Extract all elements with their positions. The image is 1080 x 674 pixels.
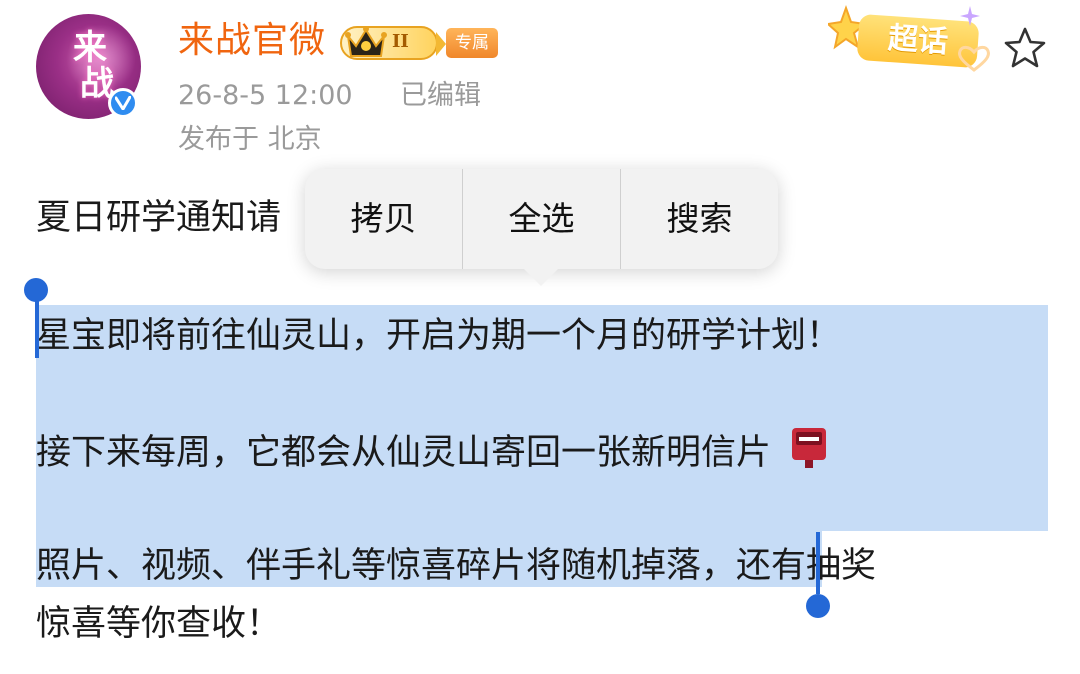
select-all-menu-item[interactable]: 全选 — [463, 169, 620, 269]
context-menu: 拷贝 全选 搜索 — [305, 169, 778, 269]
post-location: 发布于 北京 — [178, 124, 322, 155]
sparkle-icon — [960, 6, 980, 26]
selection-start-caret — [35, 300, 39, 358]
verified-icon — [108, 88, 138, 118]
rank-level: II — [392, 31, 409, 52]
post-text-line-4-rest: ，还有抽奖 — [701, 546, 877, 586]
post-text-line-3-text: 接下来每周，它都会从仙灵山寄回一张新明信片 — [36, 433, 772, 473]
selection-end-handle[interactable] — [806, 594, 830, 618]
exclusive-badge[interactable]: 专属 — [446, 28, 498, 58]
supertopic-button[interactable]: 超话 — [828, 4, 996, 84]
rank-badge-arrow — [436, 32, 446, 56]
post-text-line-2: 星宝即将前往仙灵山，开启为期一个月的研学计划！ — [36, 316, 842, 356]
avatar-logo-char-1: 来 — [73, 28, 107, 68]
copy-menu-item[interactable]: 拷贝 — [305, 169, 462, 269]
edited-label[interactable]: 已编辑 — [400, 78, 481, 114]
post-text-line-4: 照片、视频、伴手礼等惊喜碎片将随机掉落，还有抽奖 — [36, 544, 876, 588]
author-name[interactable]: 来战官微 — [178, 18, 326, 64]
selection-start-handle[interactable] — [24, 278, 48, 302]
crown-icon — [345, 26, 387, 57]
search-menu-item[interactable]: 搜索 — [621, 169, 778, 269]
post-text-line-4-selected: 照片、视频、伴手礼等惊喜碎片将随机掉落 — [36, 546, 702, 586]
rank-badge[interactable]: II — [340, 26, 446, 60]
heart-icon — [958, 45, 990, 72]
post-text-line-1: 夏日研学通知请 — [36, 198, 282, 238]
post-text-line-5: 惊喜等你查收！ — [36, 604, 282, 644]
post-timestamp: 26-8-5 12:00 — [178, 80, 353, 111]
context-menu-arrow — [523, 268, 559, 286]
post-text-line-3: 接下来每周，它都会从仙灵山寄回一张新明信片 — [36, 426, 828, 475]
star-outline-icon[interactable] — [1002, 26, 1048, 70]
selection-end-caret — [816, 532, 820, 594]
postbox-icon — [792, 428, 827, 468]
